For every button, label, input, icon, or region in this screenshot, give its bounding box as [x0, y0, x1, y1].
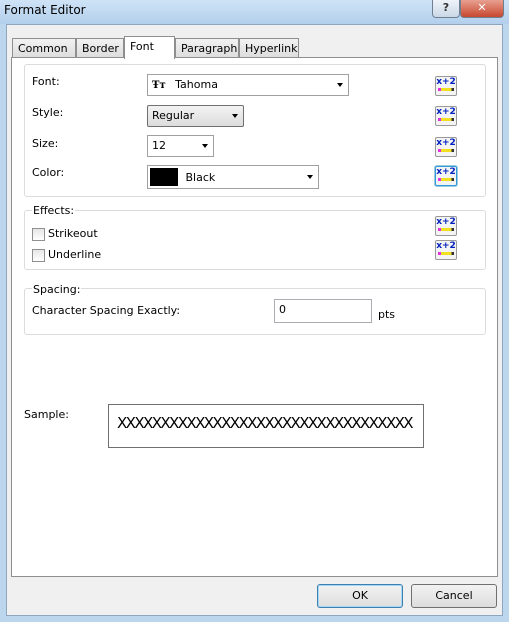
character-spacing-label: Character Spacing Exactly:	[32, 304, 181, 317]
size-value: 12	[152, 139, 166, 152]
size-expression-button[interactable]: x+2	[435, 137, 457, 157]
font-value: Tahoma	[175, 78, 218, 91]
chevron-down-icon	[202, 144, 208, 148]
close-button[interactable]: ✕	[460, 0, 504, 18]
font-label: Font:	[32, 75, 60, 88]
color-label: Color:	[32, 166, 65, 179]
tab-hyperlink[interactable]: Hyperlink	[239, 38, 299, 58]
underline-expression-button[interactable]: x+2	[435, 240, 457, 260]
tab-common[interactable]: Common	[12, 38, 76, 58]
chevron-down-icon	[232, 114, 238, 118]
style-select[interactable]: Regular	[147, 105, 244, 127]
cancel-button[interactable]: Cancel	[411, 584, 497, 608]
truetype-icon: Ŧт	[152, 80, 166, 91]
size-select[interactable]: 12	[147, 135, 214, 157]
strikeout-expression-button[interactable]: x+2	[435, 216, 457, 236]
spacing-unit: pts	[378, 308, 396, 321]
window-title: Format Editor	[4, 3, 86, 17]
effects-group	[24, 210, 486, 270]
expression-icon: x+2	[436, 241, 456, 251]
tab-paragraph[interactable]: Paragraph	[175, 38, 239, 58]
sample-label: Sample:	[24, 408, 69, 421]
expression-icon: x+2	[436, 167, 456, 177]
color-swatch	[150, 168, 178, 186]
color-select[interactable]: Black	[147, 165, 319, 189]
color-expression-button[interactable]: x+2	[435, 166, 457, 186]
title-bar: Format Editor ? ✕	[0, 0, 509, 24]
font-expression-button[interactable]: x+2	[435, 76, 457, 96]
ok-button[interactable]: OK	[317, 584, 403, 608]
underline-label[interactable]: Underline	[48, 248, 101, 261]
expression-icon: x+2	[436, 217, 456, 227]
size-label: Size:	[32, 137, 59, 150]
dialog-body: Common Border Font Paragraph Hyperlink F…	[6, 24, 503, 616]
expression-icon: x+2	[436, 77, 456, 87]
sample-preview: XXXXXXXXXXXXXXXXXXXXXXXXXXXXXXXXXX	[108, 404, 424, 448]
style-label: Style:	[32, 106, 64, 119]
spacing-title: Spacing:	[32, 283, 82, 296]
strikeout-checkbox[interactable]	[32, 228, 45, 241]
font-select[interactable]: Ŧт Tahoma	[147, 74, 349, 96]
color-value: Black	[185, 170, 216, 184]
style-value: Regular	[152, 109, 195, 122]
expression-icon: x+2	[436, 107, 456, 117]
expression-icon: x+2	[436, 138, 456, 148]
chevron-down-icon	[337, 83, 343, 87]
effects-title: Effects:	[32, 204, 76, 217]
strikeout-label[interactable]: Strikeout	[48, 227, 98, 240]
tab-border[interactable]: Border	[76, 38, 124, 58]
style-expression-button[interactable]: x+2	[435, 106, 457, 126]
help-button[interactable]: ?	[432, 0, 460, 18]
underline-checkbox[interactable]	[32, 249, 45, 262]
character-spacing-input[interactable]: 0	[274, 299, 372, 323]
chevron-down-icon	[307, 175, 313, 179]
tab-font[interactable]: Font	[124, 36, 175, 59]
font-tab-panel: Font: Ŧт Tahoma x+2 Style: Regular x+2 S…	[11, 57, 498, 577]
